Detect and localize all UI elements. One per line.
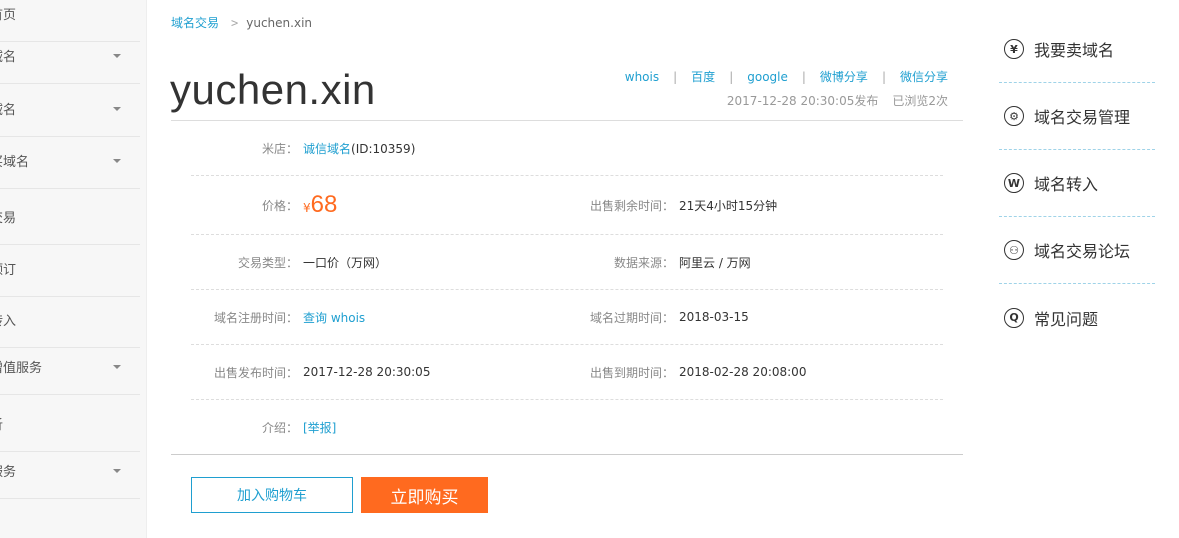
shop-value: 诚信域名 (ID:10359) xyxy=(303,122,415,175)
currency-symbol: ¥ xyxy=(303,201,311,215)
sidebar-item-value-added[interactable]: 增值服务 xyxy=(0,343,140,395)
data-source-value: 阿里云 / 万网 xyxy=(679,255,751,270)
gear-icon: ⚙ xyxy=(1004,106,1024,126)
sale-end-label: 出售到期时间： xyxy=(589,365,674,380)
sidebar-item-domain-2[interactable]: 域名 xyxy=(0,85,140,137)
sidebar-item-label: 增值服务 xyxy=(0,361,43,376)
page-title: yuchen.xin xyxy=(170,66,376,113)
sidebar-item-buy-domain[interactable]: 买域名 xyxy=(0,137,140,189)
sale-publish-label: 出售发布时间： xyxy=(213,365,298,380)
whois-link[interactable]: whois xyxy=(625,70,659,84)
info-row-type: 交易类型： 一口价（万网） 数据来源： 阿里云 / 万网 xyxy=(191,235,943,290)
intro-value: [举报] xyxy=(303,400,336,455)
weibo-share-link[interactable]: 微博分享 xyxy=(820,70,868,84)
breadcrumb: 域名交易 > yuchen.xin xyxy=(171,14,312,31)
details-bottom-divider xyxy=(171,454,963,455)
sidebar-item-label: 交易 xyxy=(0,211,17,226)
sidebar-item-label: 域名 xyxy=(0,50,17,65)
price-label: 价格： xyxy=(261,198,298,213)
shop-label: 米店： xyxy=(261,142,298,156)
sidebar-item-reserve[interactable]: 预订 xyxy=(0,245,140,297)
caret-down-icon xyxy=(113,107,121,111)
link-separator: | xyxy=(673,70,678,84)
menu-item-transfer-in[interactable]: W 域名转入 xyxy=(999,150,1155,217)
google-link[interactable]: google xyxy=(747,70,788,84)
share-links: whois | 百度 | google | 微博分享 | 微信分享 xyxy=(625,68,948,85)
remaining-time-value: 21天4小时15分钟 xyxy=(679,198,778,213)
menu-item-trade-management[interactable]: ⚙ 域名交易管理 xyxy=(999,83,1155,150)
breadcrumb-current: yuchen.xin xyxy=(246,16,313,30)
menu-item-sell-domain[interactable]: ¥ 我要卖域名 xyxy=(999,16,1155,83)
query-whois-link[interactable]: 查询 whois xyxy=(303,309,365,326)
info-row-intro: 介绍： [举报] xyxy=(191,400,943,455)
caret-down-icon xyxy=(113,54,121,58)
info-row-sale-time: 出售发布时间： 2017-12-28 20:30:05 出售到期时间： 2018… xyxy=(191,345,943,400)
data-source-label: 数据来源： xyxy=(613,255,674,270)
price-amount: 68 xyxy=(310,191,338,218)
shop-name-link[interactable]: 诚信域名 xyxy=(303,140,351,157)
shop-id: (ID:10359) xyxy=(351,141,416,156)
sidebar-item-transfer-in[interactable]: 转入 xyxy=(0,296,140,348)
sidebar-nav: 首页 域名 域名 买域名 交易 预订 转入 增值服务 析 服务 xyxy=(0,0,147,538)
info-row-shop: 米店： 诚信域名 (ID:10359) xyxy=(191,122,943,176)
menu-item-label: 域名交易论坛 xyxy=(1034,242,1131,261)
caret-down-icon xyxy=(113,159,121,163)
expire-time-label: 域名过期时间： xyxy=(589,310,674,325)
info-row-price: 价格： ¥68 出售剩余时间： 21天4小时15分钟 xyxy=(191,176,943,235)
sale-end-value: 2018-02-28 20:08:00 xyxy=(679,365,807,379)
sidebar-item-label: 转入 xyxy=(0,314,17,329)
title-divider xyxy=(171,120,963,121)
right-menu: ¥ 我要卖域名 ⚙ 域名交易管理 W 域名转入 ⚇ 域名交易论坛 Q 常见问题 xyxy=(999,16,1155,351)
caret-down-icon xyxy=(113,365,121,369)
sidebar-item-label: 服务 xyxy=(0,465,17,480)
sidebar-item-service[interactable]: 服务 xyxy=(0,447,140,499)
add-to-cart-button[interactable]: 加入购物车 xyxy=(191,477,353,513)
link-separator: | xyxy=(881,70,886,84)
sidebar-item-domain[interactable]: 域名 xyxy=(0,32,140,84)
breadcrumb-link-domain-trade[interactable]: 域名交易 xyxy=(171,16,219,30)
trade-type-value: 一口价（万网） xyxy=(303,255,388,270)
buy-now-button[interactable]: 立即购买 xyxy=(361,477,488,513)
sidebar-item-label: 预订 xyxy=(0,263,17,278)
sidebar-item-label: 析 xyxy=(0,400,3,452)
q-icon: Q xyxy=(1004,307,1024,328)
reg-time-value: 查询 whois xyxy=(303,290,365,344)
menu-item-faq[interactable]: Q 常见问题 xyxy=(999,284,1155,351)
sidebar-item-label: 域名 xyxy=(0,103,17,118)
menu-item-label: 常见问题 xyxy=(1034,309,1099,329)
listing-meta: 2017-12-28 20:30:05发布 已浏览2次 xyxy=(727,92,948,109)
publish-time: 2017-12-28 20:30:05发布 xyxy=(726,94,879,108)
remaining-time-label: 出售剩余时间： xyxy=(589,198,674,213)
menu-item-label: 我要卖域名 xyxy=(1034,41,1115,60)
price-value: ¥68 xyxy=(303,176,337,234)
reg-time-label: 域名注册时间： xyxy=(213,310,298,325)
view-count: 已浏览2次 xyxy=(892,94,948,108)
sale-publish-value: 2017-12-28 20:30:05 xyxy=(303,365,431,379)
menu-item-label: 域名转入 xyxy=(1034,175,1099,194)
w-icon: W xyxy=(1004,173,1024,193)
menu-item-label: 域名交易管理 xyxy=(1034,108,1131,127)
intro-label: 介绍： xyxy=(261,421,298,435)
sidebar-item-analysis[interactable]: 析 xyxy=(0,400,140,452)
sidebar-item-label: 买域名 xyxy=(0,155,30,170)
yen-icon: ¥ xyxy=(1004,39,1024,59)
info-row-registration: 域名注册时间： 查询 whois 域名过期时间： 2018-03-15 xyxy=(191,290,943,345)
menu-item-forum[interactable]: ⚇ 域名交易论坛 xyxy=(999,217,1155,284)
user-icon: ⚇ xyxy=(1004,240,1024,260)
wechat-share-link[interactable]: 微信分享 xyxy=(900,70,948,84)
report-link[interactable]: [举报] xyxy=(303,419,336,436)
baidu-link[interactable]: 百度 xyxy=(691,70,715,84)
breadcrumb-separator: > xyxy=(231,16,239,30)
expire-time-value: 2018-03-15 xyxy=(679,310,749,324)
sidebar-item-trade[interactable]: 交易 xyxy=(0,193,140,245)
trade-type-label: 交易类型： xyxy=(237,255,298,270)
caret-down-icon xyxy=(113,469,121,473)
link-separator: | xyxy=(801,70,806,84)
link-separator: | xyxy=(729,70,734,84)
